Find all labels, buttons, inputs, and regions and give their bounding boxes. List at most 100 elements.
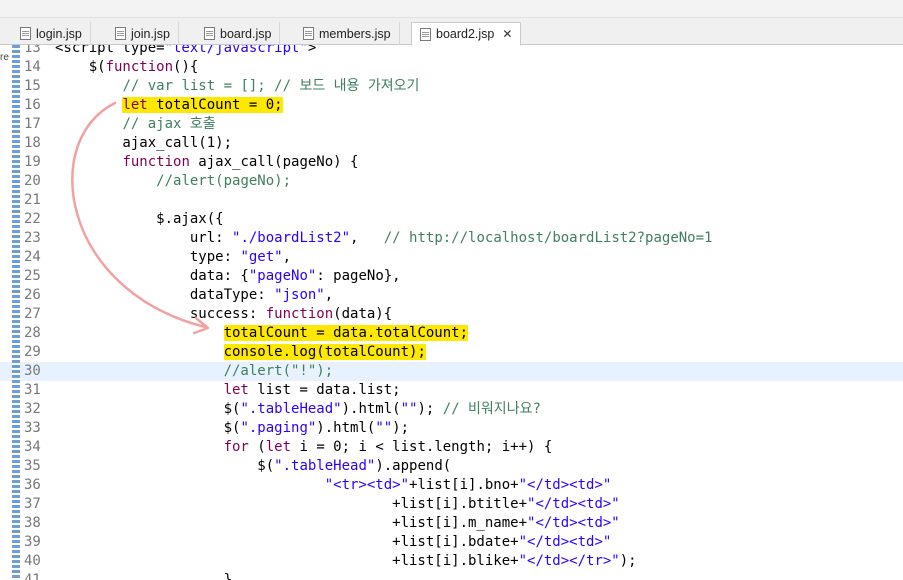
line-number: 19 (24, 154, 41, 170)
line-number: 29 (24, 344, 41, 360)
code-text[interactable]: //alert(pageNo); (55, 172, 291, 191)
code-line[interactable]: 13 <script type="text/javascript"> (0, 45, 903, 58)
code-line[interactable]: 40 +list[i].blike+"</td></tr>"); (0, 552, 903, 571)
line-number: 21 (24, 192, 41, 208)
tab-members-jsp[interactable]: members.jsp (295, 22, 400, 45)
line-number: 38 (24, 515, 41, 531)
line-number: 31 (24, 382, 41, 398)
code-line[interactable]: 26 dataType: "json", (0, 286, 903, 305)
close-icon[interactable]: ✕ (502, 27, 512, 41)
window-top-strip (0, 0, 903, 18)
code-line[interactable]: 38 +list[i].m_name+"</td><td>" (0, 514, 903, 533)
code-line[interactable]: 24 type: "get", (0, 248, 903, 267)
tab-login-jsp[interactable]: login.jsp (12, 22, 91, 45)
code-line[interactable]: 20 //alert(pageNo); (0, 172, 903, 191)
line-number: 33 (24, 420, 41, 436)
code-text[interactable]: +list[i].m_name+"</td><td>" (55, 514, 620, 533)
code-line[interactable]: 18 ajax_call(1); (0, 134, 903, 153)
code-text[interactable]: let list = data.list; (55, 381, 401, 400)
line-number: 34 (24, 439, 41, 455)
code-line[interactable]: 41 } (0, 571, 903, 580)
code-line[interactable]: 21 (0, 191, 903, 210)
code-text[interactable]: url: "./boardList2", // http://localhost… (55, 229, 713, 248)
highlighted-code: console.log(totalCount); (223, 344, 426, 360)
code-text[interactable]: function ajax_call(pageNo) { (55, 153, 358, 172)
code-text[interactable]: let totalCount = 0; (55, 96, 283, 115)
code-text[interactable]: +list[i].bdate+"</td><td>" (55, 533, 611, 552)
code-text[interactable]: success: function(data){ (55, 305, 392, 324)
code-line[interactable]: 30 //alert("!"); (0, 362, 903, 381)
jsp-file-icon (420, 27, 431, 41)
code-line[interactable]: 29 console.log(totalCount); (0, 343, 903, 362)
highlighted-code: let totalCount = 0; (122, 97, 283, 113)
code-line[interactable]: 16 let totalCount = 0; (0, 96, 903, 115)
line-number: 36 (24, 477, 41, 493)
code-line[interactable]: 23 url: "./boardList2", // http://localh… (0, 229, 903, 248)
code-line[interactable]: 36 "<tr><td>"+list[i].bno+"</td><td>" (0, 476, 903, 495)
tab-label: board2.jsp (436, 27, 495, 41)
code-text[interactable]: ajax_call(1); (55, 134, 232, 153)
jsp-file-icon (115, 27, 126, 40)
code-text[interactable]: //alert("!"); (55, 362, 334, 381)
code-text[interactable]: +list[i].blike+"</td></tr>"); (55, 552, 636, 571)
code-line[interactable]: 19 function ajax_call(pageNo) { (0, 153, 903, 172)
line-number: 32 (24, 401, 41, 417)
code-text[interactable]: type: "get", (55, 248, 291, 267)
line-number: 23 (24, 230, 41, 246)
tab-join-jsp[interactable]: join.jsp (107, 22, 179, 45)
code-line[interactable]: 14 $(function(){ (0, 58, 903, 77)
code-line[interactable]: 32 $(".tableHead").html(""); // 비워지나요? (0, 400, 903, 419)
code-text[interactable]: // ajax 호출 (55, 115, 215, 134)
line-number: 18 (24, 135, 41, 151)
code-text[interactable]: data: {"pageNo": pageNo}, (55, 267, 401, 286)
tab-label: members.jsp (319, 26, 391, 41)
line-number: 39 (24, 534, 41, 550)
line-number: 41 (24, 572, 41, 580)
code-line[interactable]: 22 $.ajax({ (0, 210, 903, 229)
code-line[interactable]: 28 totalCount = data.totalCount; (0, 324, 903, 343)
code-text[interactable]: console.log(totalCount); (55, 343, 426, 362)
code-editor[interactable]: 13 <script type="text/javascript"> 14 $(fu… (0, 45, 903, 580)
jsp-file-icon (20, 27, 31, 40)
jsp-file-icon (204, 27, 215, 40)
code-text[interactable]: for (let i = 0; i < list.length; i++) { (55, 438, 553, 457)
line-number: 15 (24, 78, 41, 94)
line-number: 28 (24, 325, 41, 341)
code-line[interactable]: 33 $(".paging").html(""); (0, 419, 903, 438)
code-line[interactable]: 17 // ajax 호출 (0, 115, 903, 134)
line-number: 16 (24, 97, 41, 113)
code-line[interactable]: 25 data: {"pageNo": pageNo}, (0, 267, 903, 286)
change-overview-ruler (12, 45, 20, 580)
tab-label: board.jsp (220, 26, 272, 41)
jsp-file-icon (303, 27, 314, 40)
code-line[interactable]: 15 // var list = []; // 보드 내용 가져오기 (0, 77, 903, 96)
tab-board2-jsp[interactable]: board2.jsp ✕ (411, 22, 522, 46)
code-line[interactable]: 35 $(".tableHead").append( (0, 457, 903, 476)
code-text[interactable]: dataType: "json", (55, 286, 333, 305)
code-text[interactable]: $(".paging").html(""); (55, 419, 409, 438)
code-line[interactable]: 37 +list[i].btitle+"</td><td>" (0, 495, 903, 514)
line-number: 14 (24, 59, 41, 75)
tab-board-jsp[interactable]: board.jsp (196, 22, 281, 45)
code-line[interactable]: 34 for (let i = 0; i < list.length; i++)… (0, 438, 903, 457)
code-line[interactable]: 27 success: function(data){ (0, 305, 903, 324)
code-text[interactable]: totalCount = data.totalCount; (55, 324, 469, 343)
code-text[interactable]: "<tr><td>"+list[i].bno+"</td><td>" (55, 476, 612, 495)
tab-label: login.jsp (36, 26, 82, 41)
tab-label: join.jsp (131, 26, 170, 41)
code-text[interactable]: $(".tableHead").html(""); // 비워지나요? (55, 400, 541, 419)
line-number: 20 (24, 173, 41, 189)
line-number: 26 (24, 287, 41, 303)
code-text[interactable]: <script type="text/javascript"> (55, 45, 316, 58)
code-text[interactable]: $.ajax({ (55, 210, 223, 229)
line-number: 37 (24, 496, 41, 512)
code-line[interactable]: 39 +list[i].bdate+"</td><td>" (0, 533, 903, 552)
code-line[interactable]: 31 let list = data.list; (0, 381, 903, 400)
code-text[interactable]: +list[i].btitle+"</td><td>" (55, 495, 620, 514)
line-number: 22 (24, 211, 41, 227)
code-text[interactable]: $(function(){ (55, 58, 199, 77)
line-number: 35 (24, 458, 41, 474)
code-text[interactable]: // var list = []; // 보드 내용 가져오기 (55, 77, 419, 96)
code-text[interactable]: } (55, 571, 232, 580)
code-text[interactable]: $(".tableHead").append( (55, 457, 451, 476)
